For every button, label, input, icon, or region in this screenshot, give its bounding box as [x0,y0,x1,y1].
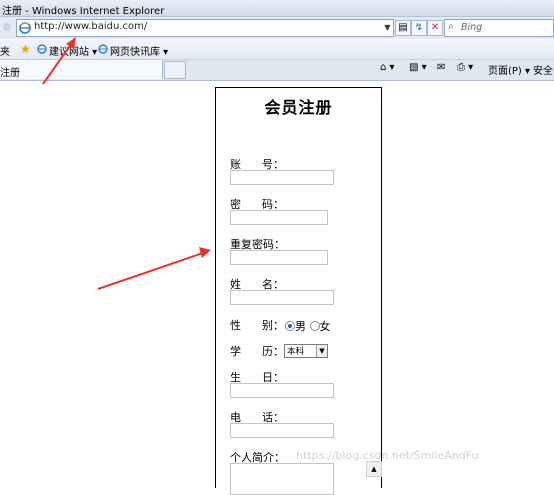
arrow-to-url [42,37,76,85]
arrow-to-form [97,247,211,290]
annotation-arrows [42,37,211,290]
